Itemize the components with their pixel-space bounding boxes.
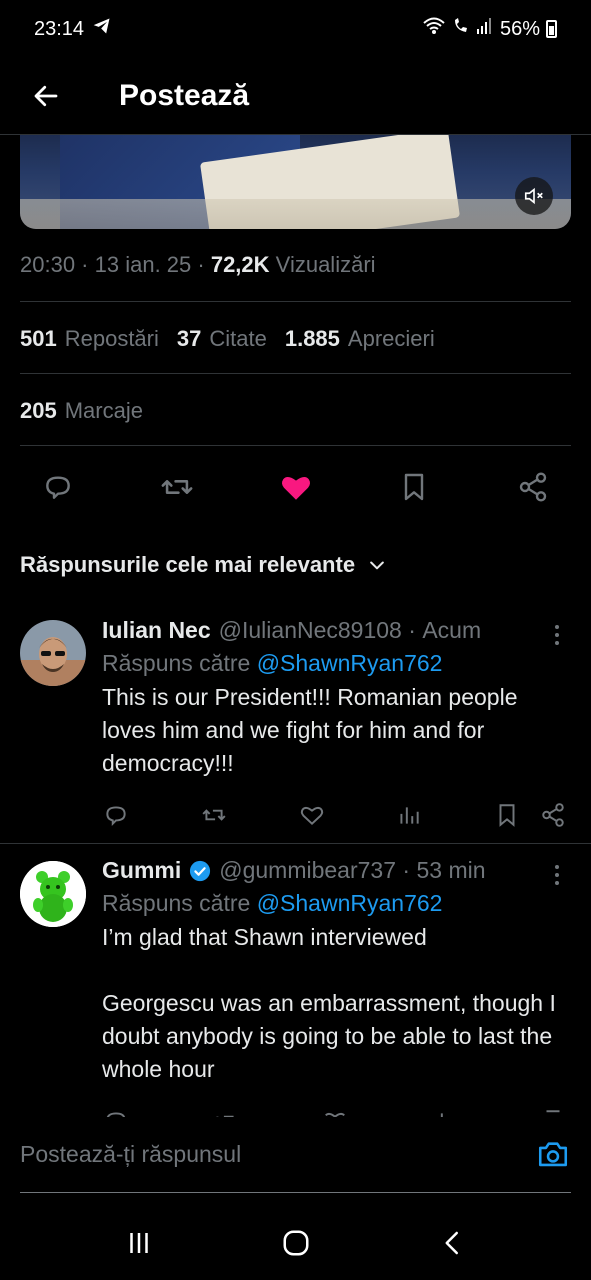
divider [20,373,571,374]
post-action-bar [20,460,571,514]
share-icon [542,803,564,827]
wifi-icon [422,16,446,42]
arrow-left-icon [34,85,58,107]
status-bar: 23:14 56% [0,0,591,58]
quotes-stat[interactable]: 37 Citate [177,326,267,352]
repost-button[interactable] [157,467,197,507]
share-icon [519,472,547,502]
chevron-down-icon [370,561,384,570]
repost-icon [161,480,193,494]
likes-stat[interactable]: 1.885 Aprecieri [285,326,435,352]
reply-button[interactable] [38,467,78,507]
views-button[interactable] [395,801,423,829]
post-time: 20:30 [20,252,76,277]
replies-sort-label: Răspunsurile cele mai relevante [20,552,356,577]
views-chart-icon [400,807,419,824]
mute-button[interactable] [515,177,553,215]
reply-action-bar [102,800,567,830]
bookmark-icon [405,473,424,501]
status-time: 23:14 [34,17,85,40]
reposts-stat[interactable]: 501 Repostări [20,326,159,352]
bookmark-button[interactable] [493,801,521,829]
reply-author-name[interactable]: Gummi [102,857,181,884]
views-count: 72,2K [210,252,270,277]
reply-author-handle: @gummibear737 [219,857,397,883]
avatar[interactable] [20,620,86,686]
reply-text: This is our President!!! Romanian people… [102,684,518,776]
reply-composer: Postează-ți răspunsul [0,1117,591,1205]
replies-sort-dropdown[interactable]: Răspunsurile cele mai relevante [20,552,387,578]
reply-to-handle-link[interactable]: @ShawnRyan762 [257,890,443,916]
home-icon [283,1230,308,1255]
heart-filled-icon [281,477,310,500]
signal-icon [476,17,494,41]
reply-icon [106,806,126,827]
reply-author-handle: @IulianNec89108 [218,617,402,643]
recent-apps-icon [129,1232,148,1253]
heart-icon [300,806,323,826]
camera-icon [538,1142,568,1167]
reply-time: Acum [422,617,482,643]
views-label: Vizualizări [275,252,376,277]
back-button[interactable] [18,68,74,124]
wifi-call-icon [452,16,470,42]
reply-icon [46,476,70,499]
post-date: 13 ian. 25 [94,252,192,277]
avatar[interactable] [20,861,86,927]
divider [20,301,571,302]
reply-button[interactable] [102,801,130,829]
divider [20,445,571,446]
bookmarks-stats: 205 Marcaje [20,398,143,424]
bookmark-icon [499,804,515,827]
share-button[interactable] [513,467,553,507]
share-button[interactable] [539,801,567,829]
divider [0,843,591,844]
post-meta: 20:30 · 13 ian. 25 · 72,2K Vizualizări [20,252,376,277]
page-title: Postează [119,79,250,112]
verified-badge-icon [190,860,211,881]
reply-to-line: Răspuns către @ShawnRyan762 [102,890,443,916]
top-bar: Postează [0,58,591,135]
video-frame-table [20,199,571,229]
like-button[interactable] [276,467,316,507]
bookmark-button[interactable] [394,467,434,507]
reply-text: I’m glad that Shawn interviewed Georgesc… [102,924,556,1082]
system-back-button[interactable] [428,1218,478,1268]
engagement-stats: 501 Repostări 37 Citate 1.885 Aprecieri [20,326,435,352]
post-video[interactable] [20,135,571,229]
recent-apps-button[interactable] [114,1218,164,1268]
reply-input[interactable]: Postează-ți răspunsul [20,1117,571,1193]
chevron-left-icon [445,1231,458,1254]
system-nav-bar [0,1205,591,1280]
reply-to-line: Răspuns către @ShawnRyan762 [102,650,443,676]
telegram-icon [92,16,112,42]
reply-to-handle-link[interactable]: @ShawnRyan762 [257,650,443,676]
battery-icon [546,20,557,38]
speaker-muted-icon [524,187,543,205]
bookmarks-stat[interactable]: 205 Marcaje [20,398,143,424]
reply-author-name[interactable]: Iulian Nec [102,617,211,644]
battery-level: 56% [499,17,540,40]
repost-icon [202,809,226,821]
home-button[interactable] [271,1218,321,1268]
like-button[interactable] [298,801,326,829]
camera-button[interactable] [535,1137,571,1173]
repost-button[interactable] [200,801,228,829]
reply-time: 53 min [416,857,486,883]
